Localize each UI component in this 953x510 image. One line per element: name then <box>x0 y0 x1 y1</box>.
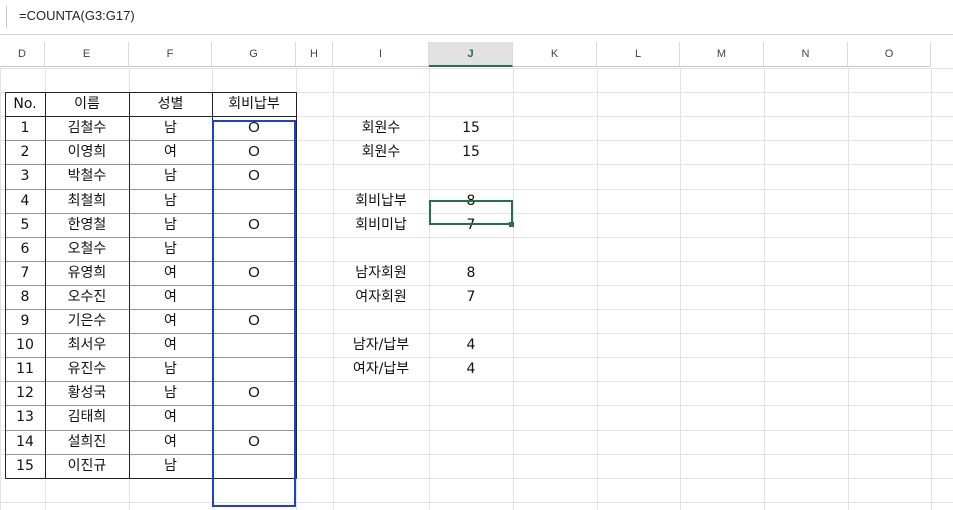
table-row-gender[interactable]: 여 <box>129 405 212 429</box>
table-row-name[interactable]: 최서우 <box>45 333 129 357</box>
table-row-gender[interactable]: 남 <box>129 164 212 188</box>
table-row-name[interactable]: 기은수 <box>45 309 129 333</box>
summary-value[interactable]: 8 <box>429 261 513 285</box>
table-row-gender[interactable]: 남 <box>129 189 212 213</box>
table-row-gender[interactable]: 여 <box>129 309 212 333</box>
table-row-no[interactable]: 9 <box>5 309 45 333</box>
header-paid[interactable]: 회비납부 <box>212 92 296 116</box>
table-row-name[interactable]: 김철수 <box>45 116 129 140</box>
table-row-name[interactable]: 박철수 <box>45 164 129 188</box>
summary-value[interactable]: 15 <box>429 116 513 140</box>
table-row-no[interactable]: 1 <box>5 116 45 140</box>
summary-label[interactable]: 남자/납부 <box>333 333 429 357</box>
table-row-gender[interactable]: 여 <box>129 285 212 309</box>
table-row-no[interactable]: 15 <box>5 454 45 478</box>
table-row-name[interactable]: 황성국 <box>45 381 129 405</box>
table-row-gender[interactable]: 여 <box>129 261 212 285</box>
table-row-no[interactable]: 3 <box>5 164 45 188</box>
summary-value[interactable]: 4 <box>429 333 513 357</box>
table-row-no[interactable]: 7 <box>5 261 45 285</box>
table-row-no[interactable]: 2 <box>5 140 45 164</box>
summary-label[interactable]: 회비미납 <box>333 213 429 237</box>
fill-handle[interactable] <box>509 222 514 227</box>
summary-label[interactable]: 회원수 <box>333 140 429 164</box>
table-row-no[interactable]: 4 <box>5 189 45 213</box>
table-row-gender[interactable]: 남 <box>129 116 212 140</box>
table-row-name[interactable]: 유영희 <box>45 261 129 285</box>
summary-value[interactable]: 15 <box>429 140 513 164</box>
table-row-name[interactable]: 오철수 <box>45 237 129 261</box>
table-row-name[interactable]: 김태희 <box>45 405 129 429</box>
table-row-gender[interactable]: 여 <box>129 140 212 164</box>
table-row-gender[interactable]: 남 <box>129 357 212 381</box>
summary-value[interactable]: 7 <box>429 285 513 309</box>
header-gender[interactable]: 성별 <box>129 92 212 116</box>
table-row-gender[interactable]: 남 <box>129 381 212 405</box>
summary-label[interactable]: 회비납부 <box>333 189 429 213</box>
table-row-name[interactable]: 이영희 <box>45 140 129 164</box>
summary-label[interactable]: 여자회원 <box>333 285 429 309</box>
table-row-name[interactable]: 한영철 <box>45 213 129 237</box>
table-row-name[interactable]: 설희진 <box>45 430 129 454</box>
table-row-no[interactable]: 11 <box>5 357 45 381</box>
summary-label[interactable]: 남자회원 <box>333 261 429 285</box>
table-row-name[interactable]: 최철희 <box>45 189 129 213</box>
table-row-no[interactable]: 5 <box>5 213 45 237</box>
table-row-no[interactable]: 12 <box>5 381 45 405</box>
header-no[interactable]: No. <box>5 92 45 116</box>
summary-value[interactable]: 4 <box>429 357 513 381</box>
table-row-no[interactable]: 10 <box>5 333 45 357</box>
table-row-no[interactable]: 13 <box>5 405 45 429</box>
table-row-gender[interactable]: 남 <box>129 213 212 237</box>
table-row-gender[interactable]: 남 <box>129 454 212 478</box>
table-row-no[interactable]: 14 <box>5 430 45 454</box>
table-row-no[interactable]: 6 <box>5 237 45 261</box>
table-row-no[interactable]: 8 <box>5 285 45 309</box>
table-row-gender[interactable]: 남 <box>129 237 212 261</box>
summary-label[interactable]: 여자/납부 <box>333 357 429 381</box>
summary-label[interactable]: 회원수 <box>333 116 429 140</box>
header-name[interactable]: 이름 <box>45 92 129 116</box>
table-row-name[interactable]: 이진규 <box>45 454 129 478</box>
highlighted-range-g3-g17 <box>212 120 296 507</box>
active-cell-j6[interactable] <box>429 200 513 225</box>
table-row-name[interactable]: 유진수 <box>45 357 129 381</box>
table-row-gender[interactable]: 여 <box>129 333 212 357</box>
table-row-gender[interactable]: 여 <box>129 430 212 454</box>
table-row-name[interactable]: 오수진 <box>45 285 129 309</box>
